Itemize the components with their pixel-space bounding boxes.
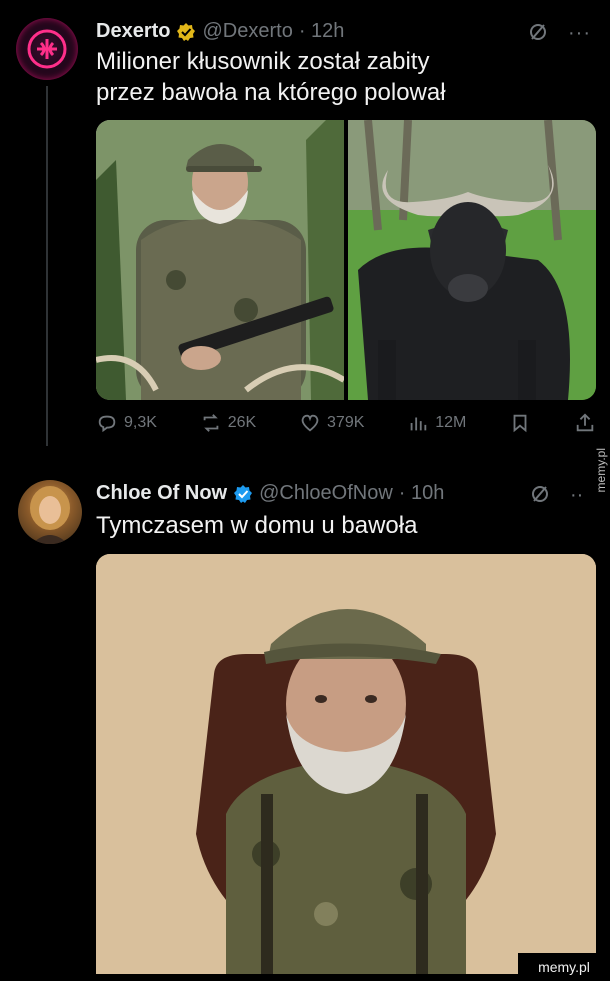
gold-verified-badge-icon — [176, 22, 196, 42]
reply-icon — [98, 415, 116, 433]
reply-button[interactable]: 9,3K — [96, 412, 157, 434]
reply-count: 9,3K — [124, 414, 157, 431]
dexerto-avatar[interactable] — [16, 18, 78, 80]
heart-icon — [301, 414, 319, 432]
views-button[interactable]: 12M — [407, 412, 466, 434]
tweet2-handle[interactable]: @ChloeOfNow — [259, 482, 393, 505]
share-icon — [576, 413, 594, 432]
more-options-icon[interactable]: ·· — [570, 484, 583, 510]
more-options-icon[interactable]: ··· — [568, 22, 591, 48]
chloe-avatar[interactable] — [18, 480, 82, 544]
grok-icon[interactable] — [530, 484, 550, 510]
tweet2-author-name[interactable]: Chloe Of Now — [96, 482, 227, 505]
buffalo-photo[interactable] — [348, 120, 596, 400]
tweet1-handle[interactable]: @Dexerto — [202, 20, 292, 43]
grok-icon[interactable] — [528, 22, 548, 48]
tweet2-header: Chloe Of Now @ChloeOfNow · 10h — [96, 482, 444, 505]
repost-button[interactable]: 26K — [200, 412, 256, 434]
tweet2-top-icons: ·· — [530, 484, 583, 510]
tweet1-header: Dexerto @Dexerto · 12h — [96, 20, 344, 43]
share-button[interactable] — [574, 412, 596, 434]
tweet2-text: Tymczasem w domu u bawoła — [96, 512, 418, 539]
mounted-hunter-photo — [96, 554, 596, 974]
bottom-watermark: memy.pl — [518, 953, 610, 981]
tweet1-top-icons: ··· — [528, 22, 591, 48]
tweet2-timestamp[interactable]: · 10h — [399, 482, 445, 505]
repost-count: 26K — [227, 414, 257, 431]
views-chart-icon — [410, 417, 427, 431]
hunter-photo[interactable] — [96, 120, 344, 400]
like-count: 379K — [327, 414, 365, 431]
tweet1-text-line2: przez bawoła na którego polował — [96, 79, 446, 106]
tweet1-media-grid[interactable] — [96, 120, 596, 400]
side-watermark: memy.pl — [594, 448, 608, 493]
tweet1-text-line1: Milioner kłusownik został zabity — [96, 48, 430, 75]
repost-icon — [203, 414, 219, 432]
like-button[interactable]: 379K — [299, 412, 364, 434]
tweet2-media[interactable] — [96, 554, 596, 974]
bookmark-icon — [513, 414, 527, 433]
blue-verified-badge-icon — [233, 484, 253, 504]
dexerto-logo-icon — [27, 29, 67, 69]
thread-connector-line — [46, 86, 48, 446]
bookmark-button[interactable] — [509, 412, 531, 434]
tweet1-action-bar: 9,3K 26K 379K 12M — [96, 412, 596, 434]
tweet1-author-name[interactable]: Dexerto — [96, 20, 170, 43]
tweet1-text: Milioner kłusownik został zabity przez b… — [96, 46, 446, 108]
views-count: 12M — [435, 414, 467, 431]
tweet1-timestamp[interactable]: · 12h — [299, 20, 345, 43]
